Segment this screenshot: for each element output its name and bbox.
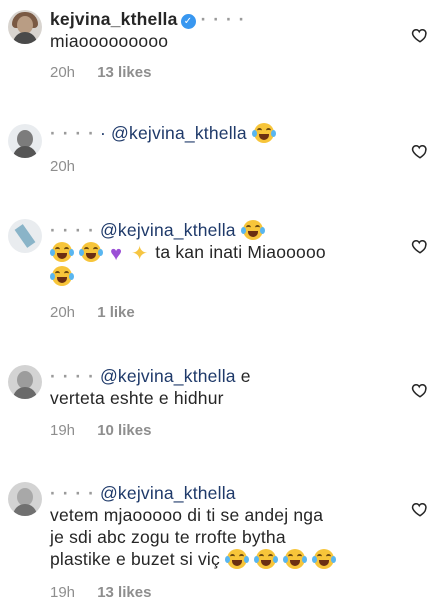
purple-heart-emoji-icon: ♥ [110,243,123,265]
laughing-emoji-icon [225,549,250,569]
comment-meta: 19h 10 likes [50,422,169,439]
avatar[interactable] [8,219,42,253]
comment-body: · · · · · @kejvina_kthella [50,122,397,144]
avatar[interactable] [8,124,42,158]
comment-likes[interactable]: 1 like [97,304,135,321]
heart-outline-icon[interactable] [411,381,429,399]
laughing-emoji-icon [79,242,104,262]
comment-text: miaooooooooo [50,31,169,51]
avatar[interactable] [8,10,42,44]
comment-likes[interactable]: 10 likes [97,422,151,439]
comment-body: kejvina_kthella ✓ · · · · miaooooooooo [50,8,397,52]
comment-likes[interactable]: 13 likes [97,584,151,601]
mention-link[interactable]: @kejvina_kthella [100,366,236,386]
verified-badge-icon: ✓ [180,14,196,29]
laughing-emoji-icon [312,549,337,569]
comment-likes[interactable]: 13 likes [97,64,151,81]
comment-text: plastike e buzet si viç [50,549,220,569]
mention-link[interactable]: @kejvina_kthella [100,220,236,240]
comment-body: · · · · @kejvina_kthella vetem mjaooooo … [50,482,397,570]
laughing-emoji-icon [283,549,308,569]
comment-username-blurred[interactable]: · · · · [50,123,95,143]
laughing-emoji-icon [254,549,279,569]
sparkle-star-emoji-icon: ✦ [131,243,149,265]
comment-time: 19h [50,584,76,601]
mention-link[interactable]: · @kejvina_kthella [100,123,247,143]
comment-meta: 20h 13 likes [50,64,169,81]
laughing-emoji-icon [240,220,265,240]
heart-outline-icon[interactable] [411,142,429,160]
avatar[interactable] [8,365,42,399]
laughing-emoji-icon [50,266,74,286]
comment-text: vetem mjaooooo di ti se andej nga [50,505,324,525]
comment-text: e [240,366,251,386]
heart-outline-icon[interactable] [411,26,429,44]
mention-link[interactable]: @kejvina_kthella [100,483,236,503]
comment-username-blurred[interactable]: · · · · [50,483,95,503]
comment-username[interactable]: kejvina_kthella [50,9,178,29]
laughing-emoji-icon [50,242,74,262]
comment-body: · · · · @kejvina_kthella e verteta eshte… [50,365,397,409]
comment-username-blurred: · · · · [200,9,246,29]
comment-meta: 19h 13 likes [50,584,169,601]
comment-time: 20h [50,304,76,321]
comment-text: verteta eshte e hidhur [50,388,224,408]
comment-text: je sdi abc zogu te rrofte bytha [50,527,286,547]
laughing-emoji-icon [251,123,276,143]
comment-meta: 20h 1 like [50,304,153,321]
comment-body: · · · · @kejvina_kthella ♥ ✦ ta kan inat… [50,219,397,287]
comment-time: 19h [50,422,76,439]
comment-username-blurred[interactable]: · · · · [50,220,95,240]
avatar[interactable] [8,482,42,516]
heart-outline-icon[interactable] [411,500,429,518]
comment-time: 20h [50,64,76,81]
comment-username-blurred[interactable]: · · · · [50,366,95,386]
comment-text: ta kan inati Miaooooo [155,242,326,262]
heart-outline-icon[interactable] [411,237,429,255]
comment-time: 20h [50,158,76,175]
comment-meta: 20h [50,158,93,175]
